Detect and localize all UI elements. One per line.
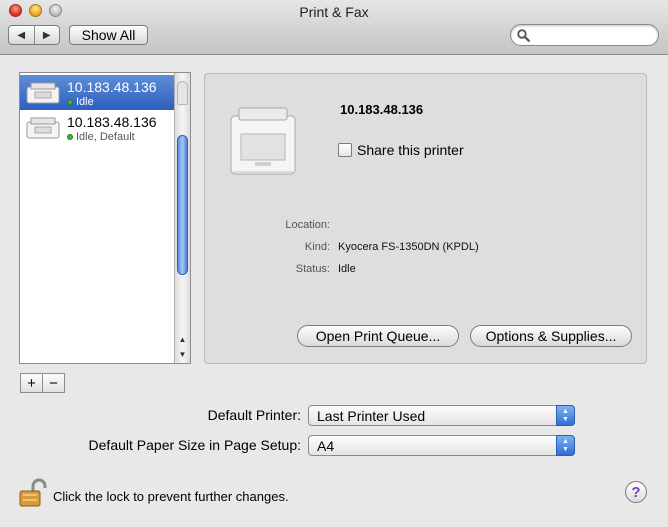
lock-message: Click the lock to prevent further change…	[53, 489, 289, 504]
printer-list-item[interactable]: 10.183.48.136 Idle, Default	[20, 110, 174, 145]
printer-list-scrollbar[interactable]: ▲ ▼	[174, 73, 190, 363]
back-button[interactable]: ◀	[9, 26, 35, 44]
printer-name: 10.183.48.136	[67, 79, 157, 95]
show-all-button[interactable]: Show All	[69, 25, 148, 45]
scroll-up-icon[interactable]: ▲	[175, 332, 190, 346]
location-label: Location:	[285, 219, 330, 231]
window-toolbar: Print & Fax ◀ ▶ Show All	[0, 0, 668, 55]
paper-size-value: A4	[317, 437, 335, 454]
default-printer-popup[interactable]: Last Printer Used ▲ ▼	[308, 405, 575, 426]
status-label: Status:	[295, 263, 330, 275]
add-remove-control: + −	[20, 373, 65, 393]
printer-status: Idle	[76, 96, 94, 108]
scroll-down-icon[interactable]: ▼	[175, 347, 190, 361]
share-printer-checkbox[interactable]: Share this printer	[338, 142, 464, 158]
printer-detail-panel: 10.183.48.136 Share this printer Locatio…	[204, 73, 647, 364]
status-dot-icon	[67, 99, 73, 105]
default-printer-label: Default Printer:	[207, 407, 301, 423]
selected-printer-name: 10.183.48.136	[340, 102, 424, 117]
scroll-thumb[interactable]	[177, 135, 188, 275]
scroll-track-cap	[177, 81, 188, 105]
checkbox-box[interactable]	[338, 143, 352, 157]
back-forward-control: ◀ ▶	[8, 25, 60, 45]
printer-name: 10.183.48.136	[67, 114, 157, 130]
open-print-queue-button[interactable]: Open Print Queue...	[297, 325, 459, 347]
paper-size-popup[interactable]: A4 ▲ ▼	[308, 435, 575, 456]
remove-printer-button[interactable]: −	[43, 374, 64, 392]
paper-size-label: Default Paper Size in Page Setup:	[88, 437, 301, 453]
status-dot-icon	[67, 134, 73, 140]
printer-large-icon	[230, 107, 296, 175]
window-title: Print & Fax	[299, 4, 369, 20]
forward-button[interactable]: ▶	[35, 26, 60, 44]
printer-icon	[26, 117, 60, 139]
status-value: Idle	[338, 263, 356, 275]
share-printer-label: Share this printer	[357, 142, 464, 158]
help-button[interactable]: ?	[625, 481, 647, 503]
printer-status: Idle, Default	[76, 131, 135, 143]
kind-label: Kind:	[304, 241, 330, 253]
printer-icon	[26, 82, 60, 104]
popup-arrows-icon: ▲ ▼	[556, 435, 575, 456]
add-printer-button[interactable]: +	[21, 374, 43, 392]
lock-icon[interactable]	[19, 478, 47, 508]
printer-list[interactable]: 10.183.48.136 Idle 10.183.48.136 Idle, D…	[19, 72, 191, 364]
search-field[interactable]	[510, 24, 659, 46]
printer-list-item[interactable]: 10.183.48.136 Idle	[20, 75, 174, 110]
options-supplies-button[interactable]: Options & Supplies...	[470, 325, 632, 347]
default-printer-value: Last Printer Used	[317, 407, 426, 424]
popup-arrows-icon: ▲ ▼	[556, 405, 575, 426]
kind-value: Kyocera FS-1350DN (KPDL)	[338, 241, 479, 253]
magnifier-icon	[517, 29, 530, 42]
